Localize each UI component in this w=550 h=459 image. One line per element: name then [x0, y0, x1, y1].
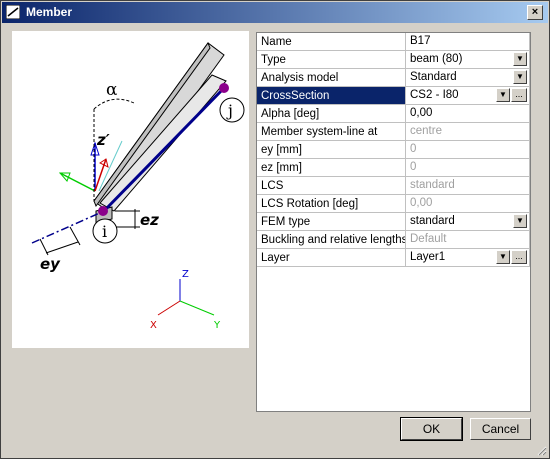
property-label: Member system-line at — [257, 122, 406, 141]
property-label: LCS — [257, 176, 406, 195]
ey-label: ey — [40, 255, 61, 273]
property-label: Analysis model — [257, 68, 406, 87]
dropdown-arrow-icon[interactable]: ▼ — [513, 70, 527, 84]
property-row[interactable]: Type beam (80) ▼ — [257, 50, 530, 69]
member-preview: i j α z′ ez ey Z X Y — [12, 31, 249, 348]
global-x-label: X — [150, 320, 157, 331]
property-value: 0,00 — [410, 107, 433, 119]
ok-button[interactable]: OK — [400, 417, 463, 441]
ellipsis-button[interactable]: ... — [511, 250, 527, 264]
title-bar: Member × — [2, 2, 548, 23]
property-label: ey [mm] — [257, 140, 406, 159]
node-i — [98, 206, 108, 216]
node-j-label: j — [226, 101, 233, 120]
property-label: Name — [257, 33, 406, 51]
property-label: ez [mm] — [257, 158, 406, 177]
property-row[interactable]: Buckling and relative lengths Default — [257, 230, 530, 249]
property-label: Type — [257, 50, 406, 69]
property-row[interactable]: Member system-line at centre — [257, 122, 530, 141]
property-row[interactable]: Analysis model Standard ▼ — [257, 68, 530, 87]
property-value: beam (80) — [410, 53, 463, 65]
property-value-cell: 0,00 — [405, 194, 530, 213]
property-row[interactable]: Layer Layer1 ▼... — [257, 248, 530, 267]
property-row[interactable]: Name B17 — [257, 33, 530, 51]
node-j — [219, 83, 229, 93]
property-value-cell[interactable]: 0,00 — [405, 104, 530, 123]
ez-label: ez — [140, 211, 159, 229]
property-value-cell[interactable]: standard ▼ — [405, 212, 530, 231]
node-i-label: i — [102, 222, 107, 241]
property-value-cell: standard — [405, 176, 530, 195]
property-value-cell[interactable]: B17 — [405, 33, 530, 51]
property-label: FEM type — [257, 212, 406, 231]
property-value-cell: 0 — [405, 158, 530, 177]
property-value-cell: centre — [405, 122, 530, 141]
property-value: Default — [410, 233, 447, 245]
property-label: LCS Rotation [deg] — [257, 194, 406, 213]
ellipsis-button[interactable]: ... — [511, 88, 527, 102]
member-diagram: i j α z′ ez ey Z X Y — [31, 41, 245, 331]
global-z-label: Z — [182, 269, 189, 280]
property-value: CS2 - I80 — [410, 89, 459, 101]
dropdown-arrow-icon[interactable]: ▼ — [513, 214, 527, 228]
property-value: standard — [410, 215, 455, 227]
property-row[interactable]: LCS Rotation [deg] 0,00 — [257, 194, 530, 213]
property-value: 0 — [410, 143, 417, 155]
alpha-label: α — [106, 80, 118, 100]
property-value-cell[interactable]: beam (80) ▼ — [405, 50, 530, 69]
property-row[interactable]: Alpha [deg] 0,00 — [257, 104, 530, 123]
property-value-cell[interactable]: Layer1 ▼... — [405, 248, 530, 267]
zprime-label: z′ — [96, 131, 110, 149]
property-value-cell[interactable]: CS2 - I80 ▼... — [405, 86, 530, 105]
property-value-cell[interactable]: Standard ▼ — [405, 68, 530, 87]
property-grid: Name B17 Type beam (80) ▼ Analysis model Stand… — [256, 32, 531, 412]
dropdown-arrow-icon[interactable]: ▼ — [513, 52, 527, 66]
property-label: Alpha [deg] — [257, 104, 406, 123]
property-row[interactable]: LCS standard — [257, 176, 530, 195]
global-y-label: Y — [213, 320, 221, 331]
property-value: 0,00 — [410, 197, 433, 209]
member-icon — [6, 5, 20, 19]
property-label: CrossSection — [257, 86, 406, 105]
cancel-button[interactable]: Cancel — [470, 418, 531, 440]
resize-grip-icon[interactable] — [535, 444, 547, 456]
dropdown-arrow-icon[interactable]: ▼ — [496, 250, 510, 264]
property-row[interactable]: ez [mm] 0 — [257, 158, 530, 177]
window-title: Member — [26, 5, 73, 19]
property-value: centre — [410, 125, 442, 137]
property-label: Layer — [257, 248, 406, 267]
property-value-cell: 0 — [405, 140, 530, 159]
member-dialog: Member × i j α z′ ez ey Z X Y Name B17 T… — [0, 0, 550, 459]
property-value: B17 — [410, 35, 431, 47]
close-button[interactable]: × — [527, 5, 543, 20]
property-value-cell: Default — [405, 230, 530, 249]
property-value: Standard — [410, 71, 457, 83]
property-value: Layer1 — [410, 251, 446, 263]
property-row[interactable]: FEM type standard ▼ — [257, 212, 530, 231]
property-value: 0 — [410, 161, 417, 173]
property-label: Buckling and relative lengths — [257, 230, 406, 249]
property-value: standard — [410, 179, 455, 191]
property-row[interactable]: ey [mm] 0 — [257, 140, 530, 159]
property-row[interactable]: CrossSection CS2 - I80 ▼... — [257, 86, 530, 105]
dropdown-arrow-icon[interactable]: ▼ — [496, 88, 510, 102]
